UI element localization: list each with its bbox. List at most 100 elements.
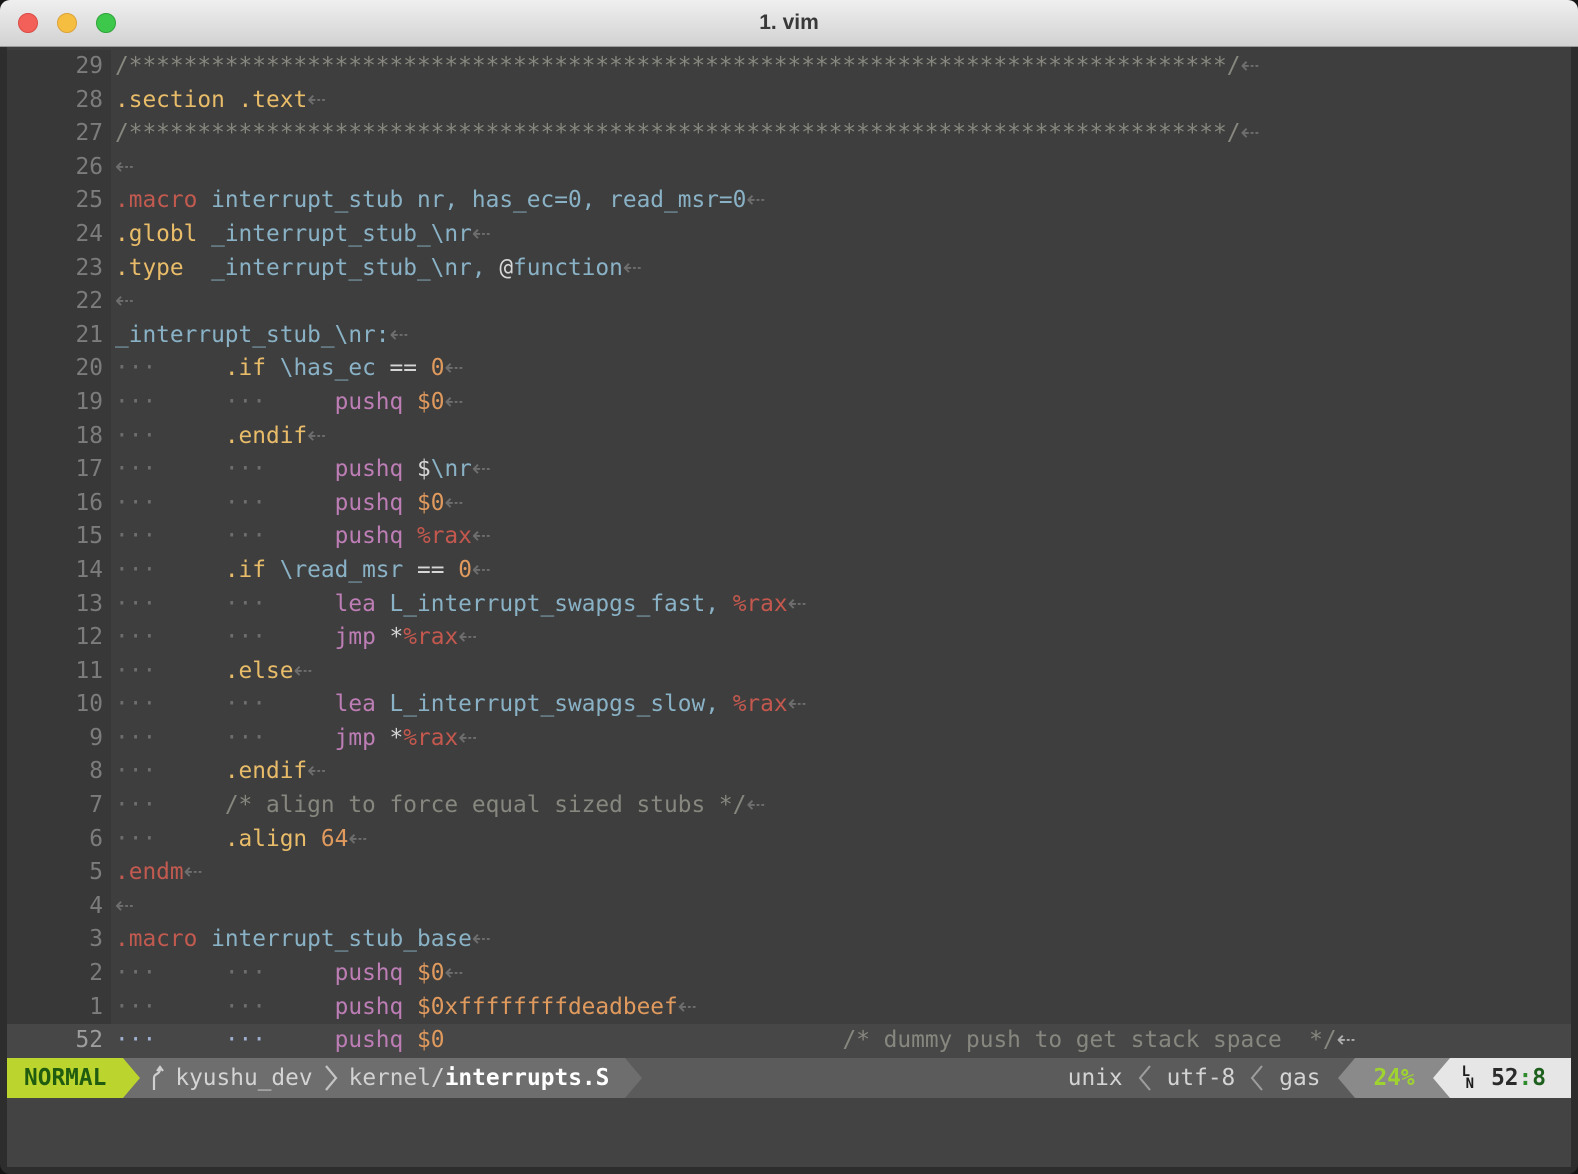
code-text: .macro interrupt_stub_base⇠: [111, 923, 491, 957]
eol-marker-icon: ⇠: [472, 557, 491, 583]
command-line[interactable]: [7, 1098, 1571, 1167]
line-number-icon: LN: [1462, 1066, 1474, 1090]
code-text: ··· ··· lea L_interrupt_swapgs_slow, %ra…: [111, 688, 807, 722]
line-number: 9: [7, 722, 111, 756]
eol-marker-icon: ⇠: [307, 87, 326, 113]
code-text: .macro interrupt_stub nr, has_ec=0, read…: [111, 184, 765, 218]
code-line[interactable]: 23.type _interrupt_stub_\nr, @function⇠: [7, 252, 1571, 286]
eol-marker-icon: ⇠: [746, 187, 765, 213]
statusline-right: unix utf-8 gas: [1068, 1058, 1339, 1098]
line-number: 10: [7, 688, 111, 722]
code-line[interactable]: 13··· ··· lea L_interrupt_swapgs_fast, %…: [7, 588, 1571, 622]
code-line[interactable]: 15··· ··· pushq %rax⇠: [7, 520, 1571, 554]
eol-marker-icon: ⇠: [307, 423, 326, 449]
file-info-segment: kyushu_dev kernel/interrupts.S: [140, 1058, 625, 1098]
eol-marker-icon: ⇠: [390, 322, 409, 348]
code-line[interactable]: 2··· ··· pushq $0⇠: [7, 957, 1571, 991]
code-line[interactable]: 7··· /* align to force equal sized stubs…: [7, 789, 1571, 823]
code-line[interactable]: 14··· .if \read_msr == 0⇠: [7, 554, 1571, 588]
mode-indicator: NORMAL: [7, 1058, 123, 1098]
window-titlebar[interactable]: 1. vim: [0, 0, 1578, 47]
code-text: ··· .endif⇠: [111, 755, 326, 789]
code-line[interactable]: 9··· ··· jmp *%rax⇠: [7, 722, 1571, 756]
chevron-left-icon: [1250, 1062, 1264, 1094]
eol-marker-icon: ⇠: [307, 758, 326, 784]
code-text: ··· ··· pushq $0xffffffffdeadbeef⇠: [111, 991, 697, 1025]
code-line[interactable]: 20··· .if \has_ec == 0⇠: [7, 352, 1571, 386]
code-line[interactable]: 11··· .else⇠: [7, 655, 1571, 689]
vim-terminal-window: 1. vim 29/******************************…: [0, 0, 1578, 1174]
code-text: ··· ··· pushq $0 /* dummy push to get st…: [111, 1024, 1356, 1058]
code-text: ··· ··· jmp *%rax⇠: [111, 722, 477, 756]
code-text: ⇠: [111, 285, 134, 319]
line-number: 6: [7, 823, 111, 857]
line-number: 16: [7, 487, 111, 521]
powerline-separator-icon: [625, 1058, 642, 1098]
git-branch-icon: [148, 1063, 164, 1093]
code-line[interactable]: 6··· .align 64⇠: [7, 823, 1571, 857]
statusline: NORMAL kyushu_dev kernel/interrupts.S un…: [7, 1058, 1571, 1098]
eol-marker-icon: ⇠: [746, 792, 765, 818]
eol-marker-icon: ⇠: [293, 658, 312, 684]
line-number: 14: [7, 554, 111, 588]
code-line[interactable]: 28.section .text⇠: [7, 84, 1571, 118]
code-line[interactable]: 22⇠: [7, 285, 1571, 319]
eol-marker-icon: ⇠: [1240, 120, 1259, 146]
line-number: 22: [7, 285, 111, 319]
file-path: kernel/interrupts.S: [349, 1065, 610, 1091]
code-line[interactable]: 3.macro interrupt_stub_base⇠: [7, 923, 1571, 957]
code-text: .type _interrupt_stub_\nr, @function⇠: [111, 252, 642, 286]
line-number: 1: [7, 991, 111, 1025]
code-text: ··· .endif⇠: [111, 420, 326, 454]
code-line[interactable]: 12··· ··· jmp *%rax⇠: [7, 621, 1571, 655]
eol-marker-icon: ⇠: [115, 288, 134, 314]
line-number: 26: [7, 151, 111, 185]
eol-marker-icon: ⇠: [472, 926, 491, 952]
code-text: ⇠: [111, 151, 134, 185]
cursor-position-segment: LN 52:8: [1450, 1058, 1571, 1098]
eol-marker-icon: ⇠: [472, 523, 491, 549]
line-number: 4: [7, 890, 111, 924]
line-number: 52: [7, 1024, 111, 1058]
code-text: ··· .if \has_ec == 0⇠: [111, 352, 464, 386]
code-line[interactable]: 5.endm⇠: [7, 856, 1571, 890]
code-line[interactable]: 18··· .endif⇠: [7, 420, 1571, 454]
code-line-current[interactable]: 52··· ··· pushq $0 /* dummy push to get …: [7, 1024, 1571, 1058]
code-text: _interrupt_stub_\nr:⇠: [111, 319, 409, 353]
eol-marker-icon: ⇠: [678, 994, 697, 1020]
cursor-position: 52:8: [1491, 1065, 1546, 1091]
code-line[interactable]: 4⇠: [7, 890, 1571, 924]
code-text: ··· ··· pushq %rax⇠: [111, 520, 491, 554]
code-line[interactable]: 19··· ··· pushq $0⇠: [7, 386, 1571, 420]
eol-marker-icon: ⇠: [788, 591, 807, 617]
line-number: 29: [7, 50, 111, 84]
code-line[interactable]: 17··· ··· pushq $\nr⇠: [7, 453, 1571, 487]
code-line[interactable]: 8··· .endif⇠: [7, 755, 1571, 789]
code-text: ··· ··· pushq $0⇠: [111, 487, 464, 521]
code-text: ··· ··· pushq $\nr⇠: [111, 453, 491, 487]
line-number: 8: [7, 755, 111, 789]
line-number: 27: [7, 117, 111, 151]
line-number: 20: [7, 352, 111, 386]
code-line[interactable]: 29/*************************************…: [7, 50, 1571, 84]
editor-buffer[interactable]: 29/*************************************…: [7, 47, 1571, 1058]
line-number: 7: [7, 789, 111, 823]
code-line[interactable]: 16··· ··· pushq $0⇠: [7, 487, 1571, 521]
line-number: 12: [7, 621, 111, 655]
code-text: /***************************************…: [111, 50, 1260, 84]
code-line[interactable]: 10··· ··· lea L_interrupt_swapgs_slow, %…: [7, 688, 1571, 722]
code-line[interactable]: 24.globl _interrupt_stub_\nr⇠: [7, 218, 1571, 252]
eol-marker-icon: ⇠: [458, 725, 477, 751]
mode-label: NORMAL: [24, 1065, 106, 1091]
terminal-content: 29/*************************************…: [7, 47, 1571, 1167]
code-line[interactable]: 27/*************************************…: [7, 117, 1571, 151]
code-text: ··· /* align to force equal sized stubs …: [111, 789, 765, 823]
code-line[interactable]: 26⇠: [7, 151, 1571, 185]
code-line[interactable]: 1··· ··· pushq $0xffffffffdeadbeef⇠: [7, 991, 1571, 1025]
code-line[interactable]: 25.macro interrupt_stub nr, has_ec=0, re…: [7, 184, 1571, 218]
powerline-separator-icon: [1433, 1058, 1450, 1098]
file-name: interrupts.S: [445, 1065, 610, 1091]
chevron-left-icon: [1138, 1062, 1152, 1094]
scroll-percentage: 24%: [1355, 1058, 1432, 1098]
code-line[interactable]: 21_interrupt_stub_\nr:⇠: [7, 319, 1571, 353]
